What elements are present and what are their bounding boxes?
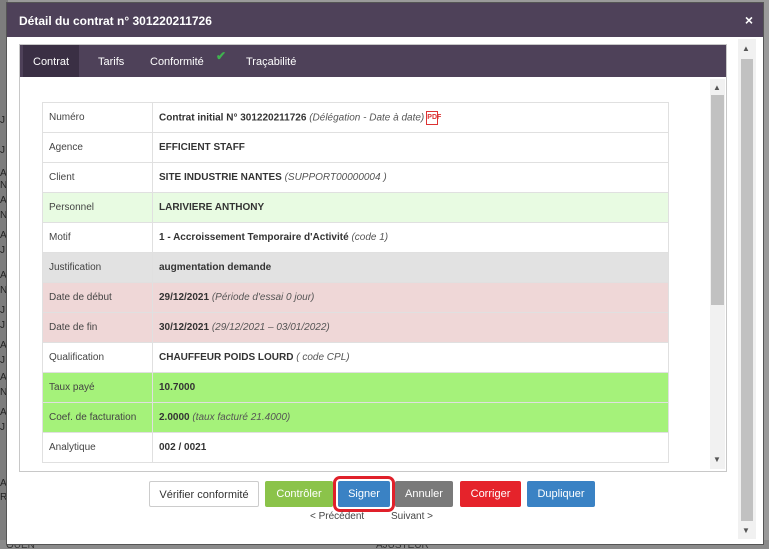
bg-letter: J: [0, 245, 5, 256]
row-taux-paye: Taux payé 10.7000: [42, 372, 669, 403]
dialog-scrollbar[interactable]: ▲ ▼: [738, 39, 756, 539]
scrollbar-thumb[interactable]: [711, 95, 724, 305]
tab-tracabilite[interactable]: Traçabilité: [246, 45, 296, 77]
scroll-up-icon[interactable]: ▲: [713, 83, 721, 92]
qualification-text: CHAUFFEUR POIDS LOURD: [159, 352, 294, 363]
start-date: 29/12/2021: [159, 292, 210, 303]
panel-scrollbar[interactable]: ▲ ▼: [710, 79, 725, 469]
field-label: Date de début: [42, 282, 153, 313]
trial-period-note: (Période d'essai 0 jour): [211, 292, 315, 303]
field-label: Agence: [42, 132, 153, 163]
scroll-down-icon[interactable]: ▼: [713, 455, 721, 464]
field-label: Coef. de facturation: [42, 402, 153, 433]
row-justification: Justification augmentation demande: [42, 252, 669, 283]
cancel-button[interactable]: Annuler: [395, 481, 453, 507]
tab-contrat[interactable]: Contrat: [23, 45, 80, 77]
field-value: 2.0000 (taux facturé 21.4000): [152, 402, 669, 433]
pdf-icon[interactable]: PDF: [426, 110, 441, 125]
contract-type-note: (Délégation - Date à date): [309, 112, 425, 124]
bg-letter: J: [0, 422, 5, 433]
row-date-fin: Date de fin 30/12/2021 (29/12/2021 – 03/…: [42, 312, 669, 343]
scroll-down-icon[interactable]: ▼: [742, 526, 750, 535]
dialog-title: Détail du contrat n° 301220211726: [19, 14, 212, 28]
motif-text: 1 - Accroissement Temporaire d'Activité: [159, 232, 349, 243]
coef-value: 2.0000: [159, 412, 190, 423]
field-label: Analytique: [42, 432, 153, 463]
control-button[interactable]: Contrôler: [265, 481, 333, 507]
client-name: SITE INDUSTRIE NANTES: [159, 172, 282, 183]
qualification-code: ( code CPL): [296, 352, 350, 363]
bg-letter: J: [0, 305, 5, 316]
row-personnel: Personnel LARIVIERE ANTHONY: [42, 192, 669, 223]
field-label: Justification: [42, 252, 153, 283]
row-analytique: Analytique 002 / 0021: [42, 432, 669, 463]
sign-button[interactable]: Signer: [333, 476, 395, 512]
row-coef-facturation: Coef. de facturation 2.0000 (taux factur…: [42, 402, 669, 433]
field-value: SITE INDUSTRIE NANTES (SUPPORT00000004 ): [152, 162, 669, 193]
tab-bar: Contrat Tarifs Conformité ✔ Traçabilité: [20, 45, 726, 77]
field-value: 29/12/2021 (Période d'essai 0 jour): [152, 282, 669, 313]
field-value: 30/12/2021 (29/12/2021 – 03/01/2022): [152, 312, 669, 343]
field-value: EFFICIENT STAFF: [152, 132, 669, 163]
billed-rate-note: (taux facturé 21.4000): [192, 412, 291, 423]
contract-details-table: Numéro Contrat initial N° 301220211726 (…: [42, 102, 669, 463]
fix-button[interactable]: Corriger: [460, 481, 521, 507]
motif-code: (code 1): [351, 232, 389, 243]
field-label: Motif: [42, 222, 153, 253]
contract-detail-dialog: Détail du contrat n° 301220211726 × ▲ ▼ …: [6, 2, 764, 545]
bg-letter: J: [0, 320, 5, 331]
bg-letter: J: [0, 115, 5, 126]
field-label: Qualification: [42, 342, 153, 373]
field-label: Numéro: [42, 102, 153, 133]
field-value: 1 - Accroissement Temporaire d'Activité …: [152, 222, 669, 253]
row-agence: Agence EFFICIENT STAFF: [42, 132, 669, 163]
close-icon[interactable]: ×: [745, 12, 753, 28]
scrollbar-thumb[interactable]: [741, 59, 753, 521]
end-date: 30/12/2021: [159, 322, 210, 333]
next-link[interactable]: Suivant >: [391, 511, 433, 522]
tab-tarifs[interactable]: Tarifs: [98, 45, 124, 77]
scroll-up-icon[interactable]: ▲: [742, 44, 750, 53]
row-qualification: Qualification CHAUFFEUR POIDS LOURD ( co…: [42, 342, 669, 373]
row-numero: Numéro Contrat initial N° 301220211726 (…: [42, 102, 669, 133]
dialog-titlebar: Détail du contrat n° 301220211726 ×: [7, 3, 763, 37]
check-icon: ✔: [216, 49, 227, 63]
field-label: Client: [42, 162, 153, 193]
verify-compliance-button[interactable]: Vérifier conformité: [149, 481, 259, 507]
field-value: 10.7000: [152, 372, 669, 403]
client-code: (SUPPORT00000004 ): [284, 172, 387, 183]
field-label: Personnel: [42, 192, 153, 223]
row-motif: Motif 1 - Accroissement Temporaire d'Act…: [42, 222, 669, 253]
field-label: Taux payé: [42, 372, 153, 403]
bg-letter: J: [0, 355, 5, 366]
contract-panel: Contrat Tarifs Conformité ✔ Traçabilité …: [19, 44, 727, 472]
field-value: LARIVIERE ANTHONY: [152, 192, 669, 223]
date-range-note: (29/12/2021 – 03/01/2022): [211, 322, 330, 333]
contract-number: Contrat initial N° 301220211726: [159, 112, 307, 124]
bg-letter: J: [0, 145, 5, 156]
field-label: Date de fin: [42, 312, 153, 343]
row-date-debut: Date de début 29/12/2021 (Période d'essa…: [42, 282, 669, 313]
field-value: augmentation demande: [152, 252, 669, 283]
field-value: CHAUFFEUR POIDS LOURD ( code CPL): [152, 342, 669, 373]
field-value: 002 / 0021: [152, 432, 669, 463]
duplicate-button[interactable]: Dupliquer: [527, 481, 595, 507]
row-client: Client SITE INDUSTRIE NANTES (SUPPORT000…: [42, 162, 669, 193]
field-value: Contrat initial N° 301220211726 (Délégat…: [152, 102, 669, 133]
tab-conformite[interactable]: Conformité: [150, 45, 204, 77]
previous-link[interactable]: < Précédent: [310, 511, 364, 522]
